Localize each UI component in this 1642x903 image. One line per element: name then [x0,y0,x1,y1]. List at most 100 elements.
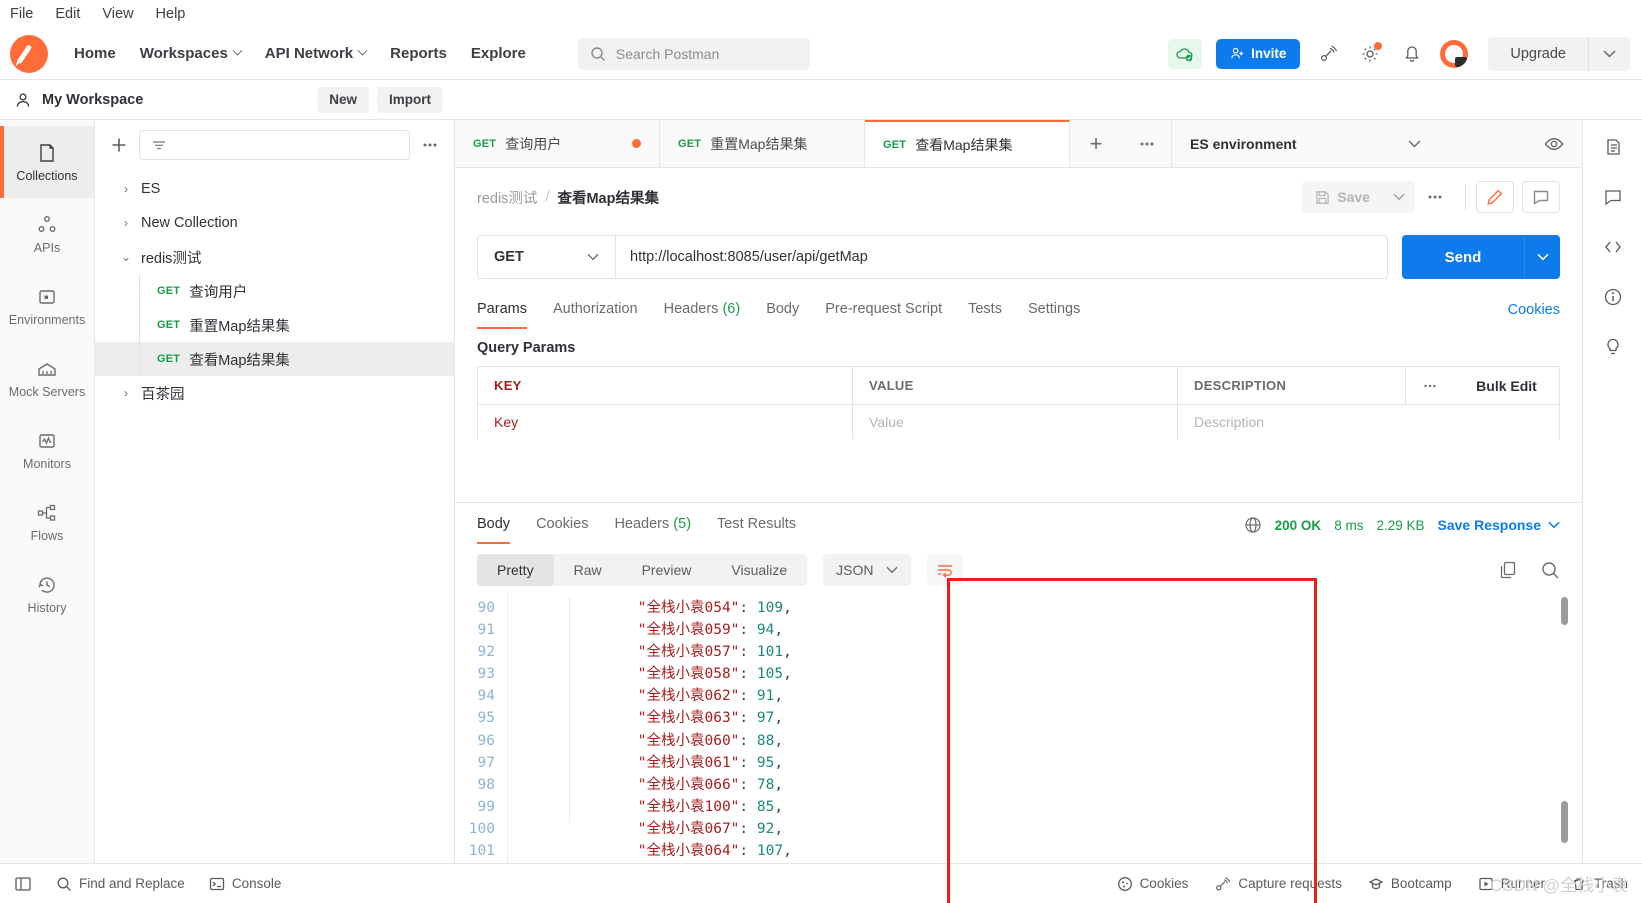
more-options-icon[interactable] [420,137,440,153]
code-line[interactable]: "全栈小袁062": 91, [533,685,1582,707]
sidebar-item-history[interactable]: History [0,558,94,630]
chevron-down-icon[interactable] [1589,49,1630,58]
code-line[interactable]: "全栈小袁064": 107, [533,840,1582,862]
cell-value[interactable]: Value [853,405,1178,439]
code-line[interactable]: "全栈小袁058": 105, [533,663,1582,685]
search-input[interactable]: Search Postman [577,37,810,70]
comments-icon[interactable] [1596,180,1630,214]
cloud-sync-icon[interactable] [1168,38,1203,69]
code-line[interactable]: "全栈小袁067": 92, [533,818,1582,840]
tree-item-baichayuan[interactable]: › 百茶园 [95,376,454,410]
code-line[interactable]: "全栈小袁061": 95, [533,752,1582,774]
gear-icon[interactable] [1356,40,1384,68]
tab-pre-request-script[interactable]: Pre-request Script [825,291,942,329]
info-icon[interactable] [1596,280,1630,314]
filter-input[interactable] [139,130,410,160]
response-body-code[interactable]: 90919293949596979899100101102103104105 "… [455,593,1582,863]
sidebar-item-apis[interactable]: APIs [0,198,94,270]
sidebar-item-collections[interactable]: Collections [0,126,94,198]
bulk-edit-button[interactable]: Bulk Edit [1454,378,1559,394]
nav-reports[interactable]: Reports [378,39,459,68]
import-button[interactable]: Import [377,86,443,113]
tab-reset-map[interactable]: GET 重置Map结果集 [660,120,865,167]
menu-item-help[interactable]: Help [156,6,186,22]
tab-body[interactable]: Body [766,291,799,329]
code-line[interactable]: "全栈小袁060": 88, [533,730,1582,752]
code-line[interactable]: "全栈小袁059": 94, [533,619,1582,641]
postman-logo-icon[interactable] [10,34,48,73]
send-dropdown-button[interactable] [1524,235,1560,279]
add-icon[interactable] [109,135,129,155]
toggle-sidebar-icon[interactable] [14,875,32,893]
menu-item-view[interactable]: View [102,6,133,22]
tree-item-es[interactable]: › ES [95,172,454,206]
nav-home[interactable]: Home [62,39,128,68]
cell-key[interactable]: Key [478,405,853,439]
tab-params[interactable]: Params [477,291,527,329]
environment-selector[interactable]: ES environment [1172,120,1582,167]
nav-explore[interactable]: Explore [459,39,538,68]
save-dropdown-button[interactable] [1383,181,1415,213]
sidebar-item-mock-servers[interactable]: Mock Servers [0,342,94,414]
format-selector[interactable]: JSON [823,554,911,586]
tab-more-icon[interactable] [1122,120,1172,167]
tab-authorization[interactable]: Authorization [553,291,638,329]
save-button[interactable]: Save [1302,181,1383,213]
tab-view-map[interactable]: GET 查看Map结果集 [865,120,1070,167]
nav-api-network[interactable]: API Network [253,39,378,68]
url-input[interactable]: http://localhost:8085/user/api/getMap [616,236,1387,278]
code-icon[interactable] [1596,230,1630,264]
wrap-lines-icon[interactable] [926,554,963,586]
save-response-button[interactable]: Save Response [1438,517,1561,533]
tree-item-new-collection[interactable]: › New Collection [95,206,454,240]
cookies-button[interactable]: Cookies [1117,876,1188,892]
documentation-icon[interactable] [1596,130,1630,164]
find-and-replace-button[interactable]: Find and Replace [56,876,185,892]
code-line[interactable]: "全栈小袁100": 85, [533,796,1582,818]
new-tab-button[interactable]: + [1070,120,1122,167]
tree-request-reset-map[interactable]: GET 重置Map结果集 [95,308,454,342]
code-line[interactable]: "全栈小袁054": 109, [533,597,1582,619]
response-tab-cookies[interactable]: Cookies [536,506,588,544]
copy-icon[interactable] [1498,560,1518,580]
view-tab-raw[interactable]: Raw [554,554,622,586]
console-button[interactable]: Console [209,876,281,892]
tab-settings[interactable]: Settings [1028,291,1080,329]
code-line[interactable]: "全栈小袁065": 106 [533,862,1582,863]
runner-button[interactable]: Runner [1478,876,1545,892]
table-more-icon[interactable] [1406,367,1454,405]
capture-requests-button[interactable]: Capture requests [1214,876,1342,892]
request-more-icon[interactable] [1415,181,1455,213]
view-tab-visualize[interactable]: Visualize [711,554,807,586]
response-tab-body[interactable]: Body [477,506,511,544]
edit-pen-icon[interactable] [1476,181,1514,213]
nav-workspaces[interactable]: Workspaces [128,39,253,68]
tree-request-view-map[interactable]: GET 查看Map结果集 [95,342,454,376]
tab-query-user[interactable]: GET 查询用户 [455,120,660,167]
send-button[interactable]: Send [1402,235,1524,279]
tree-request-query-user[interactable]: GET 查询用户 [95,274,454,308]
response-tab-headers[interactable]: Headers (5) [614,506,691,544]
sidebar-item-monitors[interactable]: Monitors [0,414,94,486]
breadcrumb-collection[interactable]: redis测试 [477,187,537,208]
response-tab-test-results[interactable]: Test Results [717,506,796,544]
tree-item-redis-test[interactable]: ⌄ redis测试 [95,240,454,274]
satellite-icon[interactable] [1314,40,1342,68]
bulb-icon[interactable] [1596,330,1630,364]
avatar[interactable] [1440,39,1469,68]
bootcamp-button[interactable]: Bootcamp [1368,876,1452,892]
invite-button[interactable]: Invite [1216,38,1301,69]
eye-icon[interactable] [1532,137,1564,151]
bell-icon[interactable] [1398,40,1426,68]
code-line[interactable]: "全栈小袁066": 78, [533,774,1582,796]
sidebar-item-flows[interactable]: Flows [0,486,94,558]
view-tab-pretty[interactable]: Pretty [477,554,554,586]
table-row[interactable]: Key Value Description [478,405,1559,439]
sidebar-item-environments[interactable]: Environments [0,270,94,342]
menu-item-file[interactable]: File [10,6,33,22]
code-lines[interactable]: "全栈小袁054": 109, "全栈小袁059": 94, "全栈小袁057"… [533,593,1582,863]
tab-tests[interactable]: Tests [968,291,1002,329]
menu-item-edit[interactable]: Edit [55,6,80,22]
upgrade-button[interactable]: Upgrade [1488,36,1630,71]
search-icon[interactable] [1540,560,1560,580]
